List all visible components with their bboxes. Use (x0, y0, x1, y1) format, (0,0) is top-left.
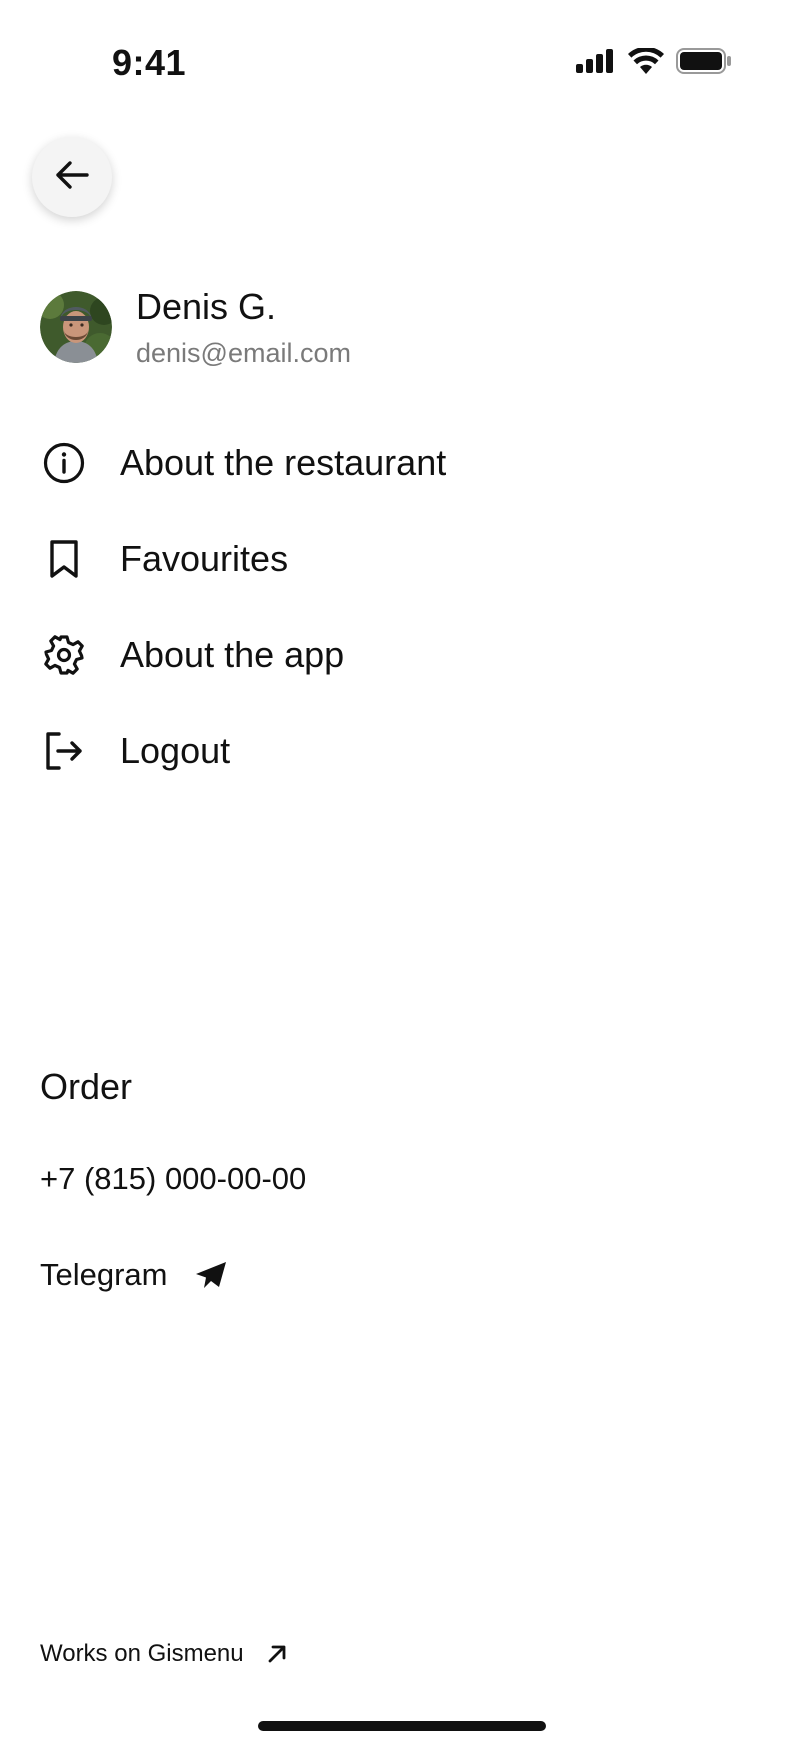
home-indicator (258, 1721, 546, 1731)
cellular-signal-icon (576, 49, 616, 78)
menu-item-about-restaurant[interactable]: About the restaurant (40, 415, 740, 511)
telegram-label: Telegram (40, 1257, 168, 1292)
menu-item-label: Logout (120, 730, 231, 771)
order-section: Order +7 (815) 000-00-00 Telegram (40, 1062, 306, 1300)
menu-list: About the restaurant Favourites About th… (40, 415, 740, 799)
profile-header[interactable]: Denis G. denis@email.com (40, 285, 351, 371)
menu-item-label: About the app (120, 634, 345, 675)
menu-item-logout[interactable]: Logout (40, 703, 740, 799)
telegram-icon (194, 1260, 228, 1290)
profile-name: Denis G. (136, 286, 277, 327)
gear-icon (40, 631, 88, 679)
arrow-left-icon (55, 160, 89, 195)
status-bar: 9:41 (0, 0, 804, 130)
bookmark-icon (40, 535, 88, 583)
arrow-up-right-icon (266, 1643, 288, 1665)
phone-link[interactable]: +7 (815) 000-00-00 (40, 1154, 306, 1204)
menu-item-about-app[interactable]: About the app (40, 607, 740, 703)
profile-email: denis@email.com (136, 338, 351, 368)
telegram-link[interactable]: Telegram (40, 1250, 306, 1300)
battery-icon (676, 48, 732, 79)
gismenu-link[interactable]: Works on Gismenu (40, 1640, 288, 1668)
menu-item-label: About the restaurant (120, 442, 447, 483)
avatar (40, 291, 112, 363)
footer-label: Works on Gismenu (40, 1640, 244, 1667)
info-icon (40, 439, 88, 487)
status-icons (576, 46, 732, 79)
menu-item-label: Favourites (120, 538, 289, 579)
wifi-icon (628, 46, 664, 79)
logout-icon (40, 727, 88, 775)
back-button[interactable] (32, 137, 112, 217)
menu-item-favourites[interactable]: Favourites (40, 511, 740, 607)
status-time: 9:41 (112, 42, 187, 83)
order-title: Order (40, 1066, 133, 1107)
